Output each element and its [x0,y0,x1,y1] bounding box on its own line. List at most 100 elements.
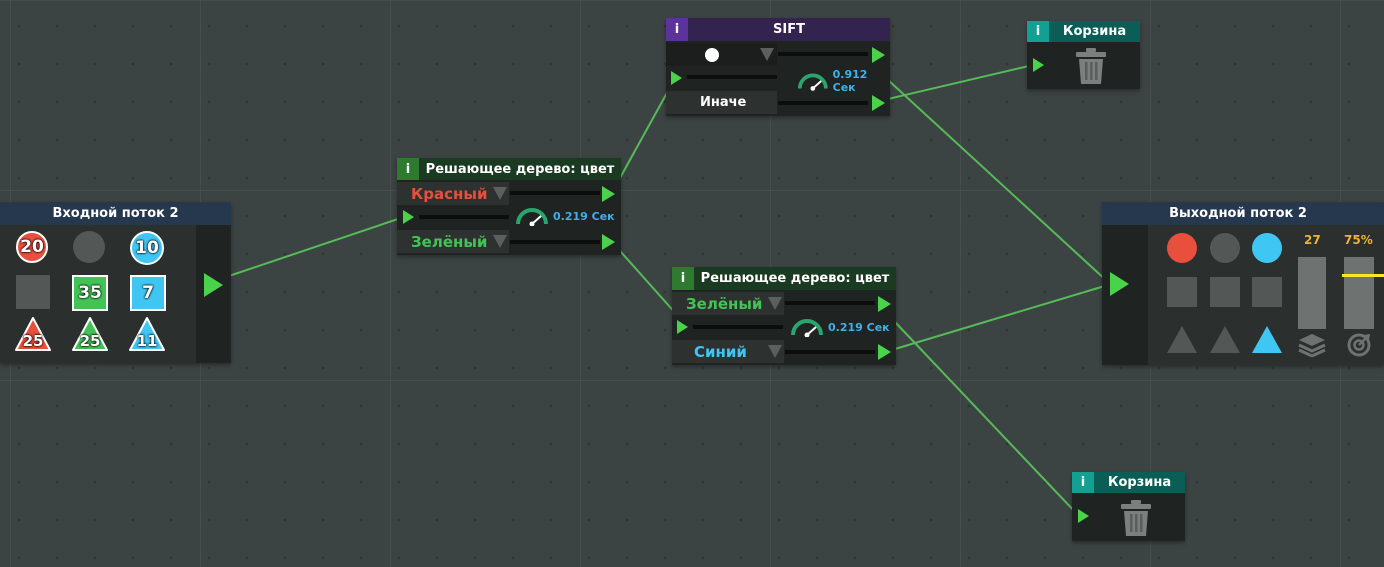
output-gray-square [1252,277,1282,307]
speedometer-icon [797,73,828,91]
info-button[interactable]: i [672,267,694,290]
decision-tree-top-output-port-green[interactable] [602,234,615,250]
input-gray-circle [73,231,105,263]
sift-title: SIFT [773,22,805,37]
decision-tree-bottom-output-port-blue[interactable] [878,344,891,360]
input-stream-output-port[interactable] [204,273,223,297]
chevron-down-icon [760,48,774,61]
layers-icon [1298,334,1326,357]
output-stream-title: Выходной поток 2 [1169,206,1307,221]
decision-tree-top-option-green[interactable]: Зелёный [397,230,509,253]
info-button[interactable]: i [397,158,419,180]
decision-tree-bottom-node[interactable]: i Решающее дерево: цвет Зелёный 0.219 Се… [672,267,896,365]
sift-header[interactable]: i SIFT [666,18,890,41]
wire-tree-bottom-to-output [894,284,1109,350]
input-green-triangle: 25 [71,316,109,352]
sift-output-port-else[interactable] [872,95,885,111]
input-blue-square: 7 [130,275,166,311]
info-button[interactable]: i [1027,21,1049,42]
output-stream-input-port[interactable] [1110,272,1129,296]
play-arrow-icon [204,273,223,297]
trash-bottom-node[interactable]: i Корзина [1072,472,1185,541]
play-arrow-icon [671,71,682,85]
decision-tree-bottom-header[interactable]: i Решающее дерево: цвет [672,267,896,290]
input-stream-header[interactable]: Входной поток 2 [0,202,231,225]
wire-tree-top-to-tree-bottom [619,250,679,317]
output-accuracy-meter-fill [1344,257,1374,329]
sift-node[interactable]: i SIFT 0.912 Сек Иначе [666,18,890,116]
trash-icon [1121,500,1151,536]
speedometer-icon [516,208,548,226]
output-stream-node[interactable]: Выходной поток 2 27 75% [1102,202,1384,365]
decision-tree-bottom-speed: 0.219 Сек [790,317,890,337]
output-gray-square [1167,277,1197,307]
play-arrow-icon [1110,272,1129,296]
play-arrow-icon [677,320,688,334]
trash-top-header[interactable]: i Корзина [1027,21,1140,42]
trash-bottom-input-port[interactable] [1078,509,1089,523]
play-arrow-icon [602,234,615,250]
info-button[interactable]: i [666,18,688,41]
sift-option-else[interactable]: Иначе [666,91,777,114]
trash-icon [1076,48,1106,84]
trash-top-node[interactable]: i Корзина [1027,21,1140,89]
accuracy-target-line [1342,274,1384,277]
wire-sift-to-output [887,79,1109,283]
play-arrow-icon [1033,58,1044,72]
output-count-meter-fill [1298,257,1326,329]
play-arrow-icon [872,95,885,111]
white-circle-icon [705,48,719,62]
input-stream-title: Входной поток 2 [52,206,179,221]
wire-sift-to-trash-top [887,64,1034,100]
input-green-square: 35 [72,275,108,311]
output-gray-triangle [1210,326,1240,353]
input-gray-square [16,275,50,309]
decision-tree-bottom-input-port[interactable] [677,320,688,334]
output-accuracy-meter [1344,257,1374,329]
decision-tree-bottom-title: Решающее дерево: цвет [700,271,890,286]
input-red-circle: 20 [16,231,48,263]
output-gray-circle [1210,233,1240,263]
decision-tree-bottom-option-green[interactable]: Зелёный [672,292,784,315]
trash-top-title: Корзина [1062,24,1127,39]
chevron-down-icon [768,345,782,358]
output-gray-triangle [1167,326,1197,353]
info-button[interactable]: i [1072,472,1094,493]
target-icon [1347,333,1371,357]
output-gray-square [1210,277,1240,307]
play-arrow-icon [403,210,414,224]
play-arrow-icon [872,47,885,63]
decision-tree-top-node[interactable]: i Решающее дерево: цвет Красный 0.219 Се… [397,158,621,255]
chevron-down-icon [493,235,507,248]
play-arrow-icon [878,296,891,312]
decision-tree-top-title: Решающее дерево: цвет [425,161,615,177]
output-red-circle [1167,233,1197,263]
sift-output-port-circle[interactable] [872,47,885,63]
wire-tree-top-to-sift [619,90,669,179]
wire-tree-bottom-to-trash-bottom [894,321,1079,516]
trash-bottom-title: Корзина [1107,475,1172,490]
play-arrow-icon [602,186,615,202]
sift-speed: 0.912 Сек [797,68,890,94]
trash-top-input-port[interactable] [1033,58,1044,72]
decision-tree-bottom-option-blue[interactable]: Синий [672,340,784,363]
play-arrow-icon [878,344,891,360]
input-blue-circle: 10 [130,231,164,265]
input-stream-node[interactable]: Входной поток 2 20 10 35 7 25 25 11 [0,202,231,363]
sift-input-port[interactable] [671,71,682,85]
output-blue-triangle [1252,326,1282,353]
sift-option-circle[interactable] [666,43,777,66]
decision-tree-top-output-port-red[interactable] [602,186,615,202]
play-arrow-icon [1078,509,1089,523]
trash-bottom-header[interactable]: i Корзина [1072,472,1185,493]
output-stream-header[interactable]: Выходной поток 2 [1102,202,1384,225]
decision-tree-bottom-output-port-green[interactable] [878,296,891,312]
decision-tree-top-option-red[interactable]: Красный [397,182,509,205]
chevron-down-icon [493,187,507,200]
input-red-triangle: 25 [14,316,52,352]
output-blue-circle [1252,233,1282,263]
decision-tree-top-header[interactable]: i Решающее дерево: цвет [397,158,621,180]
decision-tree-top-input-port[interactable] [403,210,414,224]
output-count-label: 27 [1304,233,1321,247]
output-count-meter [1298,257,1326,329]
